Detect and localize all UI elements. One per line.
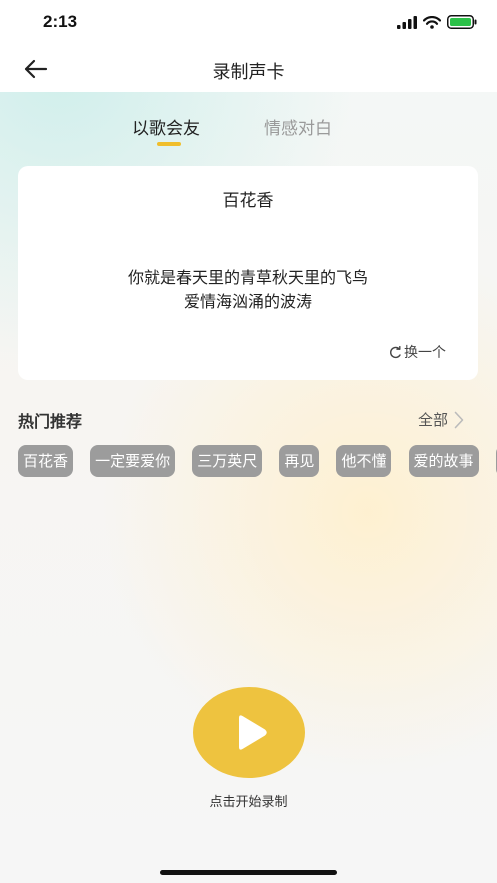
hot-song-chips: 百花香 一定要爱你 三万英尺 再见 他不懂 爱的故事 多 [18,445,497,477]
song-chip[interactable]: 三万英尺 [192,445,263,477]
song-chip[interactable]: 百花香 [18,445,74,477]
hot-recommend-title: 热门推荐 [18,412,83,431]
tab-emotional-dialogue[interactable]: 情感对白 [264,114,332,139]
tab-sing-with-friends[interactable]: 以歌会友 [132,114,200,139]
status-icons [397,15,477,29]
battery-icon [447,15,477,29]
refresh-label: 换一个 [404,345,446,361]
signal-icon [397,15,417,29]
lyrics-card: 百花香 你就是春天里的青草秋天里的飞鸟 爱情海汹涌的波涛 换一个 [18,166,478,380]
status-time: 2:13 [43,12,78,31]
record-button[interactable] [193,687,305,778]
tab-bar: 以歌会友 情感对白 [0,114,497,154]
see-all-label: 全部 [417,411,448,429]
song-chip[interactable]: 再见 [279,445,320,477]
chevron-right-icon [454,411,464,428]
home-indicator [160,870,337,875]
refresh-icon [390,345,401,358]
page-title: 录制声卡 [212,62,285,83]
refresh-button[interactable]: 换一个 [389,342,446,362]
see-all-button[interactable]: 全部 [418,409,464,430]
record-label: 点击开始录制 [209,795,288,810]
lyric-line-1: 你就是春天里的青草秋天里的飞鸟 [127,268,368,287]
song-title: 百花香 [222,191,274,211]
status-bar: 2:13 [0,0,497,46]
song-chip[interactable]: 他不懂 [336,445,392,477]
song-chip[interactable]: 爱的故事 [408,445,479,477]
nav-bar: 录制声卡 [0,46,497,92]
wifi-icon [423,15,441,29]
song-chip[interactable]: 一定要爱你 [90,445,176,477]
tab-active-indicator [157,142,181,146]
lyric-line-2: 爱情海汹涌的波涛 [183,292,312,311]
play-icon [239,715,267,750]
